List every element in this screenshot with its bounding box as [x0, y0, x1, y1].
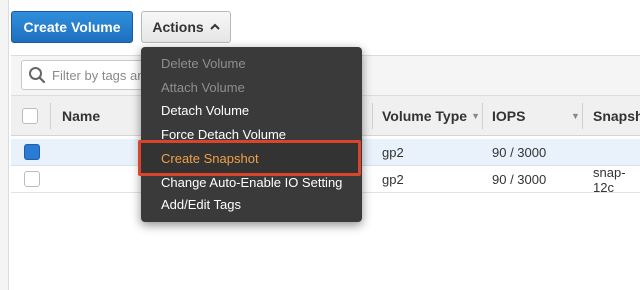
sort-icon: ▼	[571, 111, 580, 121]
row-iops: 90 / 3000	[492, 145, 547, 160]
row-iops: 90 / 3000	[492, 172, 547, 187]
column-divider	[482, 103, 483, 129]
create-volume-label: Create Volume	[23, 19, 121, 35]
actions-label: Actions	[152, 19, 204, 35]
column-divider	[582, 103, 583, 129]
column-divider	[50, 103, 51, 129]
menu-item-detach-volume[interactable]: Detach Volume	[161, 99, 249, 121]
sort-icon: ▼	[471, 111, 480, 121]
column-header-name[interactable]: Name	[62, 96, 100, 136]
search-box[interactable]	[21, 60, 161, 90]
iops-sort-caret[interactable]: ▼	[567, 96, 580, 136]
select-all-checkbox[interactable]	[22, 108, 38, 124]
row-volume-type: gp2	[382, 172, 404, 187]
menu-item-delete-volume: Delete Volume	[161, 55, 246, 71]
left-panel-edge	[0, 0, 9, 290]
row-volume-type: gp2	[382, 145, 404, 160]
menu-item-change-auto-enable-io[interactable]: Change Auto-Enable IO Setting	[161, 171, 342, 193]
row-snapshot: snap-12c	[593, 164, 626, 195]
column-divider	[372, 103, 373, 129]
column-header-iops[interactable]: IOPS	[492, 96, 525, 136]
chevron-up-icon	[209, 22, 220, 33]
column-header-snapshot[interactable]: Snapshot	[593, 96, 640, 136]
row-checkbox[interactable]	[24, 144, 40, 160]
row-checkbox[interactable]	[24, 171, 40, 187]
menu-item-attach-volume: Attach Volume	[161, 79, 245, 95]
menu-item-add-edit-tags[interactable]: Add/Edit Tags	[161, 193, 241, 215]
search-icon	[29, 67, 46, 84]
create-volume-button[interactable]: Create Volume	[11, 11, 133, 43]
actions-dropdown-button[interactable]: Actions	[141, 11, 231, 43]
column-header-volume-type[interactable]: Volume Type ▼	[382, 96, 480, 136]
